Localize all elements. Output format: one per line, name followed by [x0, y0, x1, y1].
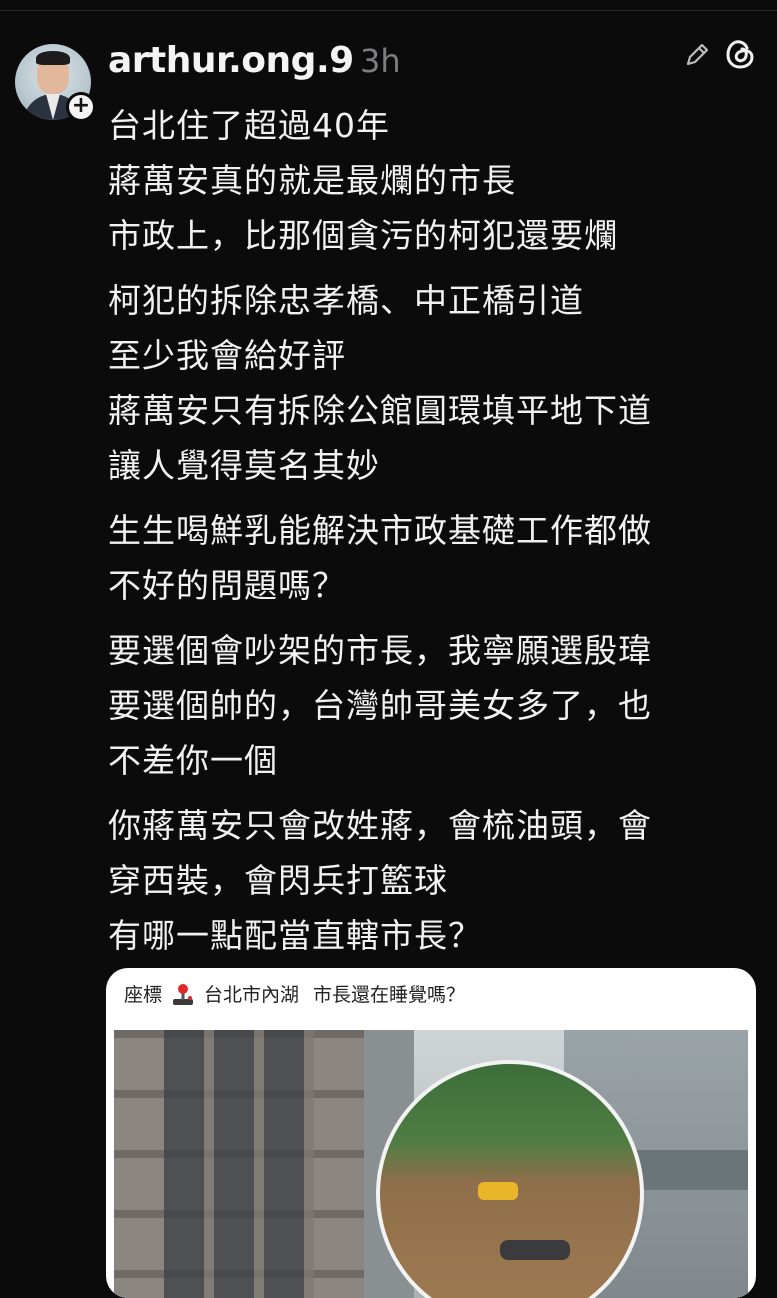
- media-card[interactable]: 座標 台北市內湖 市長還在睡覺嗎？: [106, 968, 756, 1298]
- paragraph-5: 你蔣萬安只會改姓蔣，會梳油頭，會 穿西裝，會閃兵打籃球 有哪一點配當直轄市長？: [108, 798, 748, 963]
- paragraph-1: 台北住了超過40年 蔣萬安真的就是最爛的市長 市政上，比那個貪污的柯犯還要爛: [108, 98, 748, 263]
- username[interactable]: arthur.ong.9: [108, 40, 354, 81]
- threads-logo-icon[interactable]: [722, 36, 758, 72]
- post-time: 3h: [360, 42, 401, 80]
- post-line: 台北住了超過40年: [108, 106, 390, 145]
- paragraph-3: 生生喝鮮乳能解決市政基礎工作都做 不好的問題嗎？: [108, 503, 748, 613]
- top-divider: [0, 10, 777, 11]
- post-line: 至少我會給好評: [108, 336, 346, 375]
- paragraph-4: 要選個會吵架的市長，我寧願選殷瑋 要選個帥的，台灣帥哥美女多了，也 不差你一個: [108, 623, 748, 788]
- post-line: 要選個會吵架的市長，我寧願選殷瑋: [108, 631, 652, 670]
- post-line: 不差你一個: [108, 741, 278, 780]
- post-body: 台北住了超過40年 蔣萬安真的就是最爛的市長 市政上，比那個貪污的柯犯還要爛 柯…: [108, 98, 748, 973]
- caption-prefix: 座標: [124, 984, 163, 1006]
- building-left: [114, 1030, 364, 1298]
- post-line: 市政上，比那個貪污的柯犯還要爛: [108, 216, 618, 255]
- post-line: 有哪一點配當直轄市長？: [108, 916, 482, 955]
- caption-question: 市長還在睡覺嗎？: [313, 984, 466, 1006]
- post-line: 穿西裝，會閃兵打籃球: [108, 861, 448, 900]
- post-line: 生生喝鮮乳能解決市政基礎工作都做: [108, 511, 652, 550]
- post-line: 蔣萬安真的就是最爛的市長: [108, 161, 516, 200]
- edit-icon[interactable]: [682, 40, 712, 70]
- post-line: 不好的問題嗎？: [108, 566, 346, 605]
- post-line: 蔣萬安只有拆除公館圓環填平地下道: [108, 391, 652, 430]
- submerged-taxi: [478, 1182, 518, 1200]
- post-line: 你蔣萬安只會改姓蔣，會梳油頭，會: [108, 806, 652, 845]
- media-caption: 座標 台北市內湖 市長還在睡覺嗎？: [124, 980, 465, 1007]
- caption-location: 台北市內湖: [204, 984, 300, 1006]
- post-line: 要選個帥的，台灣帥哥美女多了，也: [108, 686, 652, 725]
- joystick-icon: [173, 983, 194, 1005]
- paragraph-2: 柯犯的拆除忠孝橋、中正橋引道 至少我會給好評 蔣萬安只有拆除公館圓環填平地下道 …: [108, 273, 748, 493]
- flood-photo[interactable]: [114, 1030, 748, 1298]
- submerged-car: [500, 1240, 570, 1260]
- post-line: 柯犯的拆除忠孝橋、中正橋引道: [108, 281, 584, 320]
- follow-plus-icon[interactable]: +: [66, 92, 96, 122]
- post-line: 讓人覺得莫名其妙: [108, 446, 380, 485]
